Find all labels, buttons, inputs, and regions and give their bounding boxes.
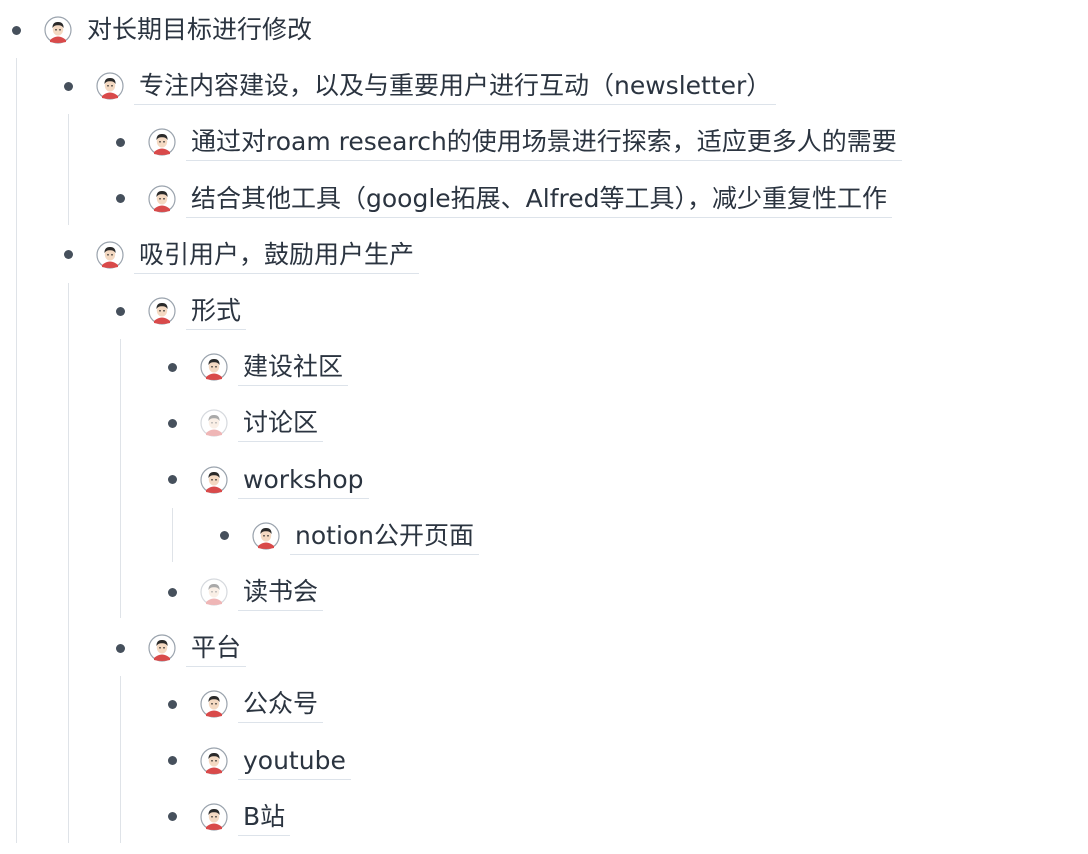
block-text[interactable]: 公众号 xyxy=(238,687,324,724)
avatar-icon xyxy=(252,522,280,550)
bullet-dot[interactable] xyxy=(167,362,177,372)
avatar-icon xyxy=(96,241,124,269)
bullet-dot[interactable] xyxy=(167,587,177,597)
avatar-icon xyxy=(96,72,124,100)
avatar-icon xyxy=(200,353,228,381)
bullet-dot[interactable] xyxy=(167,475,177,485)
avatar-icon xyxy=(44,16,72,44)
block-text[interactable]: 读书会 xyxy=(238,575,324,611)
block-text[interactable]: notion公开页面 xyxy=(290,519,480,555)
avatar-icon xyxy=(148,297,176,325)
avatar-icon xyxy=(148,184,176,213)
block-text[interactable]: 讨论区 xyxy=(238,406,324,443)
avatar-icon xyxy=(200,409,228,437)
indent-guide-line xyxy=(120,339,121,618)
block-text[interactable]: 建设社区 xyxy=(238,350,349,387)
indent-guide-line xyxy=(68,282,69,843)
avatar-icon xyxy=(200,746,228,775)
bullet-dot[interactable] xyxy=(219,531,229,541)
bullet-dot[interactable] xyxy=(115,194,125,204)
avatar-icon xyxy=(200,803,228,831)
avatar-icon xyxy=(200,690,228,718)
indent-guide-line xyxy=(120,676,121,843)
avatar-icon xyxy=(148,634,176,662)
block-text[interactable]: B站 xyxy=(238,800,291,836)
bullet-dot[interactable] xyxy=(167,812,177,822)
block-text[interactable]: youtube xyxy=(238,744,351,780)
indent-guide-line xyxy=(68,114,69,225)
avatar-icon xyxy=(148,128,176,156)
bullet-dot[interactable] xyxy=(167,699,177,709)
block-text[interactable]: 结合其他工具（google拓展、Alfred等工具），减少重复性工作 xyxy=(186,182,892,218)
bullet-dot[interactable] xyxy=(167,756,177,766)
block-text[interactable]: 吸引用户，鼓励用户生产 xyxy=(134,238,420,274)
block-text[interactable]: workshop xyxy=(238,463,369,499)
bullet-dot[interactable] xyxy=(167,418,177,428)
block-text[interactable]: 专注内容建设，以及与重要用户进行互动（newsletter） xyxy=(134,69,777,106)
block-text[interactable]: 平台 xyxy=(186,631,247,668)
avatar-icon xyxy=(200,578,228,606)
bullet-dot[interactable] xyxy=(115,137,125,147)
bullet-dot[interactable] xyxy=(115,306,125,316)
indent-guide-line xyxy=(172,507,173,562)
bullet-dot[interactable] xyxy=(11,25,21,35)
bullet-dot[interactable] xyxy=(115,643,125,653)
block-text[interactable]: 对长期目标进行修改 xyxy=(82,13,317,49)
block-text[interactable]: 通过对roam research的使用场景进行探索，适应更多人的需要 xyxy=(186,125,902,162)
indent-guide-line xyxy=(16,58,17,843)
outline-page: 对长期目标进行修改专注内容建设，以及与重要用户进行互动（newsletter） 通… xyxy=(0,0,1088,854)
avatar-icon xyxy=(200,465,228,494)
bullet-dot[interactable] xyxy=(63,81,73,91)
bullet-dot[interactable] xyxy=(63,250,73,260)
block-text[interactable]: 形式 xyxy=(186,294,247,330)
